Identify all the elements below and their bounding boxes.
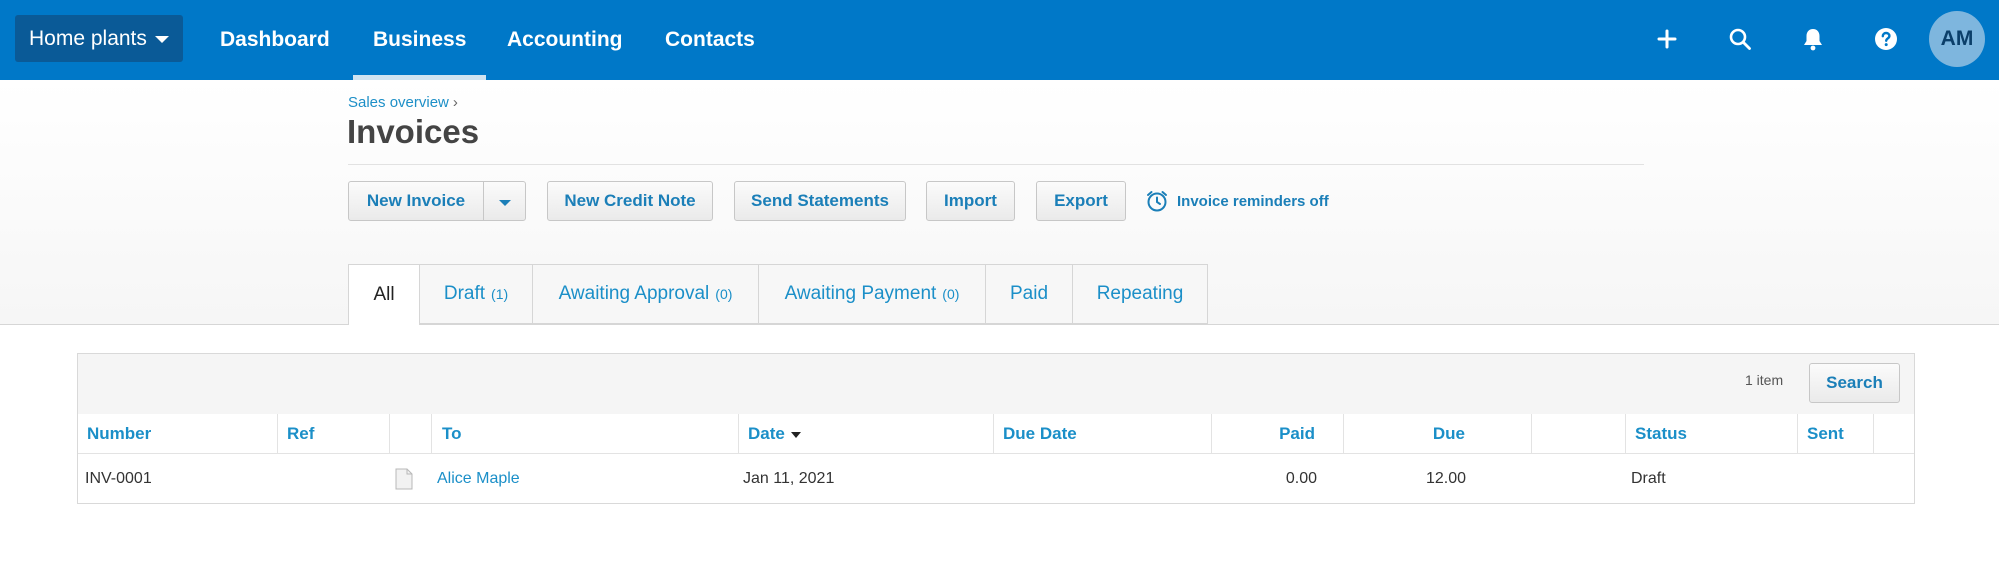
bell-icon[interactable] bbox=[1798, 24, 1828, 54]
divider bbox=[348, 164, 1644, 165]
plus-icon[interactable] bbox=[1652, 24, 1682, 54]
tab-count: (1) bbox=[491, 286, 509, 302]
send-statements-button[interactable]: Send Statements bbox=[734, 181, 906, 221]
nav-business[interactable]: Business bbox=[352, 0, 487, 80]
tab-count: (0) bbox=[942, 286, 960, 302]
column-header-date[interactable]: Date bbox=[748, 414, 801, 453]
tab-count: (0) bbox=[715, 286, 733, 302]
organisation-switcher[interactable]: Home plants bbox=[15, 15, 183, 62]
search-button[interactable]: Search bbox=[1809, 363, 1900, 403]
new-credit-note-button[interactable]: New Credit Note bbox=[547, 181, 713, 221]
invoice-contact-link[interactable]: Alice Maple bbox=[437, 454, 520, 503]
tab-repeating[interactable]: Repeating bbox=[1072, 264, 1208, 324]
column-header-paid[interactable]: Paid bbox=[1211, 414, 1315, 453]
tab-label: Awaiting Approval bbox=[558, 283, 710, 304]
table-row[interactable]: INV-0001 Alice Maple Jan 11, 2021 0.00 1… bbox=[78, 454, 1914, 503]
invoice-date: Jan 11, 2021 bbox=[743, 470, 835, 487]
caret-down-icon bbox=[498, 200, 511, 206]
column-header-ref[interactable]: Ref bbox=[287, 414, 314, 453]
tab-label: Awaiting Payment bbox=[784, 283, 937, 304]
column-header-number[interactable]: Number bbox=[87, 414, 151, 453]
column-divider bbox=[1625, 414, 1626, 453]
tab-label: All bbox=[373, 284, 395, 305]
invoices-table-panel: 1 item Search Number Ref To Date Due Dat… bbox=[77, 353, 1915, 504]
column-header-to[interactable]: To bbox=[442, 414, 462, 453]
sort-descending-icon bbox=[790, 431, 801, 438]
tab-awaiting-payment[interactable]: Awaiting Payment (0) bbox=[758, 264, 985, 324]
nav-dashboard[interactable]: Dashboard bbox=[220, 0, 330, 80]
nav-contacts[interactable]: Contacts bbox=[665, 0, 755, 80]
document-icon bbox=[395, 468, 413, 495]
invoice-status-tabs: All Draft (1) Awaiting Approval (0) Awaiti… bbox=[348, 264, 1208, 325]
tab-all[interactable]: All bbox=[348, 264, 419, 325]
column-divider bbox=[1343, 414, 1344, 453]
breadcrumb-separator: › bbox=[452, 94, 458, 111]
new-invoice-dropdown-button[interactable] bbox=[483, 181, 526, 221]
invoice-paid: 0.00 bbox=[1285, 470, 1317, 487]
column-divider bbox=[1211, 414, 1212, 453]
tab-paid[interactable]: Paid bbox=[985, 264, 1072, 324]
user-avatar[interactable]: AM bbox=[1929, 11, 1985, 67]
column-divider bbox=[1797, 414, 1798, 453]
invoice-due: 12.00 bbox=[1425, 470, 1466, 487]
column-divider bbox=[993, 414, 994, 453]
organisation-name: Home plants bbox=[29, 26, 147, 50]
column-divider bbox=[431, 414, 432, 453]
alarm-clock-icon bbox=[1145, 189, 1169, 213]
table-header: Number Ref To Date Due Date Paid Due Sta… bbox=[78, 414, 1914, 454]
caret-down-icon bbox=[154, 36, 169, 43]
column-divider bbox=[738, 414, 739, 453]
invoice-reminders-link[interactable]: Invoice reminders off bbox=[1145, 189, 1329, 213]
column-divider bbox=[1531, 414, 1532, 453]
tab-label: Repeating bbox=[1096, 283, 1184, 304]
nav-accounting[interactable]: Accounting bbox=[507, 0, 623, 80]
invoice-status: Draft bbox=[1631, 470, 1666, 487]
new-invoice-button[interactable]: New Invoice bbox=[348, 181, 484, 221]
export-button[interactable]: Export bbox=[1036, 181, 1126, 221]
top-navigation-bar: Home plants Dashboard Business Accountin… bbox=[0, 0, 1999, 80]
tab-awaiting-approval[interactable]: Awaiting Approval (0) bbox=[532, 264, 758, 324]
column-divider bbox=[1873, 414, 1874, 453]
breadcrumb[interactable]: Sales overview › bbox=[348, 94, 458, 111]
column-header-due-date[interactable]: Due Date bbox=[1003, 414, 1077, 453]
tab-draft[interactable]: Draft (1) bbox=[419, 264, 532, 324]
table-toolbar: 1 item Search bbox=[78, 354, 1914, 415]
column-header-due[interactable]: Due bbox=[1353, 414, 1465, 453]
column-header-status[interactable]: Status bbox=[1635, 414, 1687, 453]
tab-label: Draft bbox=[443, 283, 486, 304]
item-count: 1 item bbox=[1745, 372, 1784, 388]
tab-label: Paid bbox=[1009, 283, 1049, 304]
column-divider bbox=[389, 414, 390, 453]
breadcrumb-sales-overview[interactable]: Sales overview bbox=[348, 94, 449, 111]
column-header-date-label: Date bbox=[748, 424, 785, 443]
invoice-reminders-label: Invoice reminders off bbox=[1177, 192, 1329, 210]
page-title: Invoices bbox=[347, 113, 480, 150]
search-icon[interactable] bbox=[1725, 24, 1755, 54]
import-button[interactable]: Import bbox=[926, 181, 1015, 221]
column-header-sent[interactable]: Sent bbox=[1807, 414, 1844, 453]
help-icon[interactable] bbox=[1871, 24, 1901, 54]
column-divider bbox=[277, 414, 278, 453]
invoice-number: INV-0001 bbox=[85, 470, 152, 487]
